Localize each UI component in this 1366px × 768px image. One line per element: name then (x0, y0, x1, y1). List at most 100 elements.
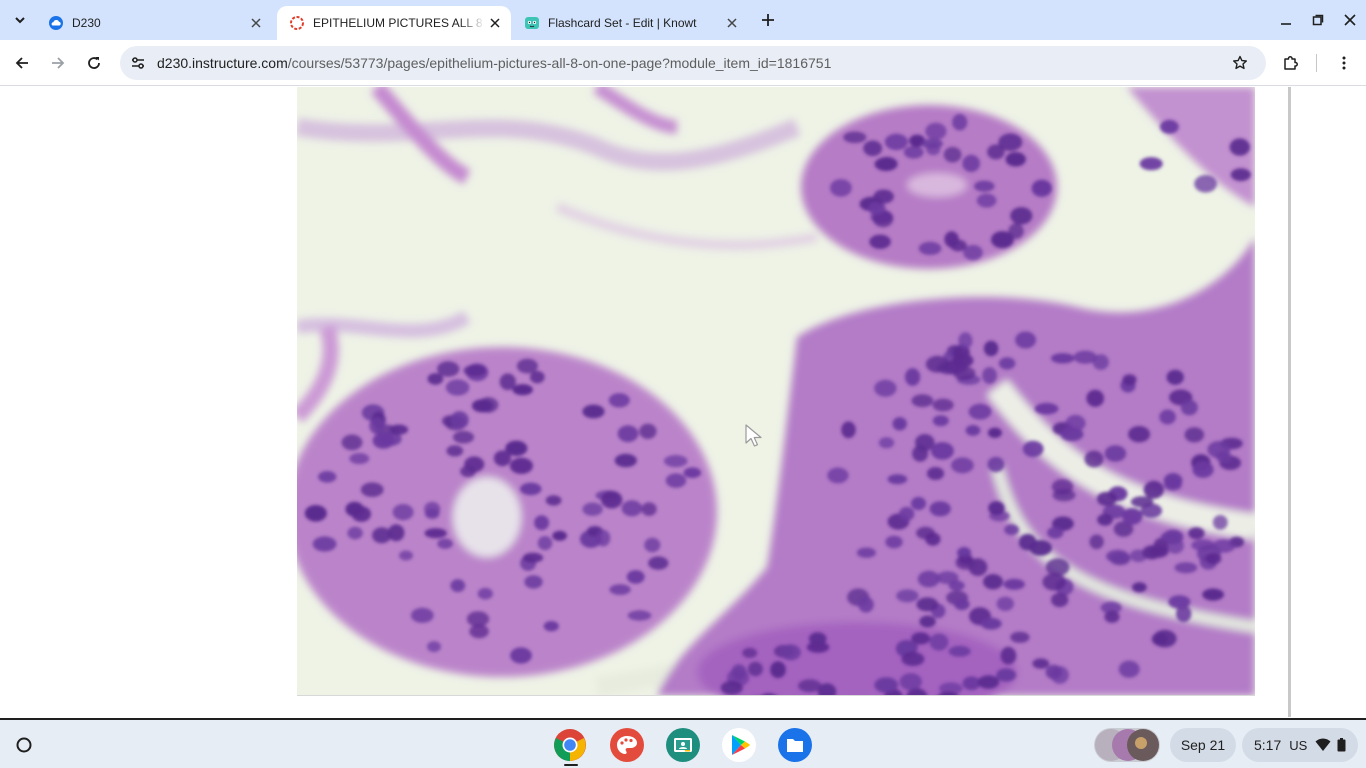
cell-nucleus (534, 515, 550, 531)
cell-nucleus (627, 610, 652, 621)
cell-nucleus (614, 453, 637, 468)
cell-nucleus (965, 425, 981, 436)
cell-nucleus (1042, 573, 1066, 591)
restore-button[interactable] (1306, 8, 1330, 32)
cell-nucleus (552, 530, 567, 541)
cell-nucleus (460, 465, 476, 478)
cell-nucleus (910, 496, 927, 511)
files-app[interactable] (778, 728, 812, 762)
cell-nucleus (917, 570, 940, 588)
running-indicator (564, 764, 578, 766)
micrograph-image (297, 87, 1255, 695)
cell-nucleus (982, 367, 997, 384)
files-icon (787, 739, 803, 752)
cell-nucleus (770, 661, 786, 679)
minimize-icon (1281, 23, 1291, 25)
cell-nucleus (1022, 440, 1044, 458)
cell-nucleus (1051, 592, 1069, 608)
cell-nucleus (1230, 168, 1251, 182)
date-text: Sep 21 (1180, 737, 1226, 753)
cell-nucleus (968, 558, 988, 577)
cell-nucleus (932, 415, 949, 427)
cell-nucleus (360, 482, 384, 498)
tab-d230[interactable]: D230 (36, 6, 272, 40)
cell-nucleus (1128, 426, 1151, 443)
classroom-app[interactable] (666, 728, 700, 762)
extensions-button[interactable] (1278, 50, 1304, 76)
launcher-button[interactable] (10, 731, 38, 759)
cell-nucleus (806, 641, 830, 653)
cell-nucleus (683, 467, 702, 479)
cell-nucleus (977, 675, 1000, 689)
more-vert-icon (1342, 56, 1346, 70)
url-path: /courses/53773/pages/epithelium-pictures… (287, 55, 832, 71)
play-store-app[interactable] (722, 728, 756, 762)
cell-nucleus (450, 411, 469, 429)
tab-knowt[interactable]: Flashcard Set - Edit | Knowt (512, 6, 748, 40)
cell-nucleus (952, 113, 968, 131)
cell-nucleus (780, 644, 801, 661)
cell-nucleus (731, 664, 747, 680)
new-tab-button[interactable] (756, 8, 780, 32)
chrome-app[interactable] (553, 728, 587, 762)
tune-icon (132, 57, 144, 69)
url-text[interactable]: d230.instructure.com/courses/53773/pages… (157, 55, 831, 71)
status-tray[interactable]: 5:17 US (1242, 728, 1358, 762)
cell-nucleus (912, 445, 929, 462)
cloud-icon (49, 16, 63, 30)
cell-nucleus (596, 529, 611, 547)
cell-nucleus (1084, 450, 1104, 468)
close-tab-icon[interactable] (722, 13, 742, 33)
cell-nucleus (1207, 441, 1231, 459)
cell-nucleus (608, 393, 630, 408)
close-window-button[interactable] (1338, 8, 1362, 32)
tab-search-button[interactable] (8, 8, 32, 32)
back-button[interactable] (8, 49, 36, 77)
bookmark-button[interactable] (1228, 51, 1252, 75)
cell-nucleus (874, 379, 897, 397)
cell-nucleus (856, 547, 876, 558)
browser-menu-button[interactable] (1331, 50, 1357, 76)
cell-nucleus (1212, 515, 1228, 530)
close-tab-icon[interactable] (246, 13, 266, 33)
reload-button[interactable] (80, 49, 108, 77)
cell-nucleus (1008, 223, 1024, 239)
cell-nucleus (874, 677, 899, 693)
cell-nucleus (899, 640, 918, 654)
cell-nucleus (980, 617, 1002, 630)
classroom-icon (674, 738, 692, 752)
cell-nucleus (512, 384, 533, 396)
cell-nucleus (1159, 409, 1176, 425)
cell-nucleus (1018, 533, 1037, 551)
cell-nucleus (968, 403, 992, 420)
cell-nucleus (983, 574, 1003, 590)
canvas-paint-app[interactable] (610, 728, 644, 762)
cell-nucleus (345, 501, 364, 517)
cell-nucleus (1050, 353, 1075, 364)
close-tab-icon[interactable] (485, 13, 505, 33)
cell-nucleus (901, 651, 925, 667)
url-host: d230.instructure.com (157, 55, 288, 71)
cell-nucleus (445, 379, 470, 396)
tab-strip: D230 EPITHELIUM PICTURES ALL 8 O Flashca… (0, 0, 1366, 40)
minimize-button[interactable] (1274, 8, 1298, 32)
cell-nucleus (1051, 479, 1074, 495)
tab-epithelium-pictures[interactable]: EPITHELIUM PICTURES ALL 8 O (277, 6, 511, 40)
cell-nucleus (868, 201, 886, 216)
cell-nucleus (948, 645, 971, 657)
site-info-button[interactable] (126, 51, 150, 75)
cell-nucleus (892, 417, 907, 431)
cell-nucleus (1096, 491, 1117, 507)
cell-nucleus (437, 361, 460, 377)
cell-nucleus (1205, 553, 1222, 565)
address-bar[interactable]: d230.instructure.com/courses/53773/pages… (120, 46, 1266, 80)
holding-space-tray[interactable] (1094, 728, 1160, 762)
cell-nucleus (1104, 610, 1120, 623)
chevron-down-icon (15, 17, 25, 24)
cell-nucleus (505, 440, 528, 456)
date-tray[interactable]: Sep 21 (1170, 728, 1236, 762)
cell-nucleus (1153, 629, 1177, 648)
forward-button[interactable] (44, 49, 72, 77)
cell-nucleus (1004, 524, 1019, 536)
close-icon (1344, 14, 1356, 26)
